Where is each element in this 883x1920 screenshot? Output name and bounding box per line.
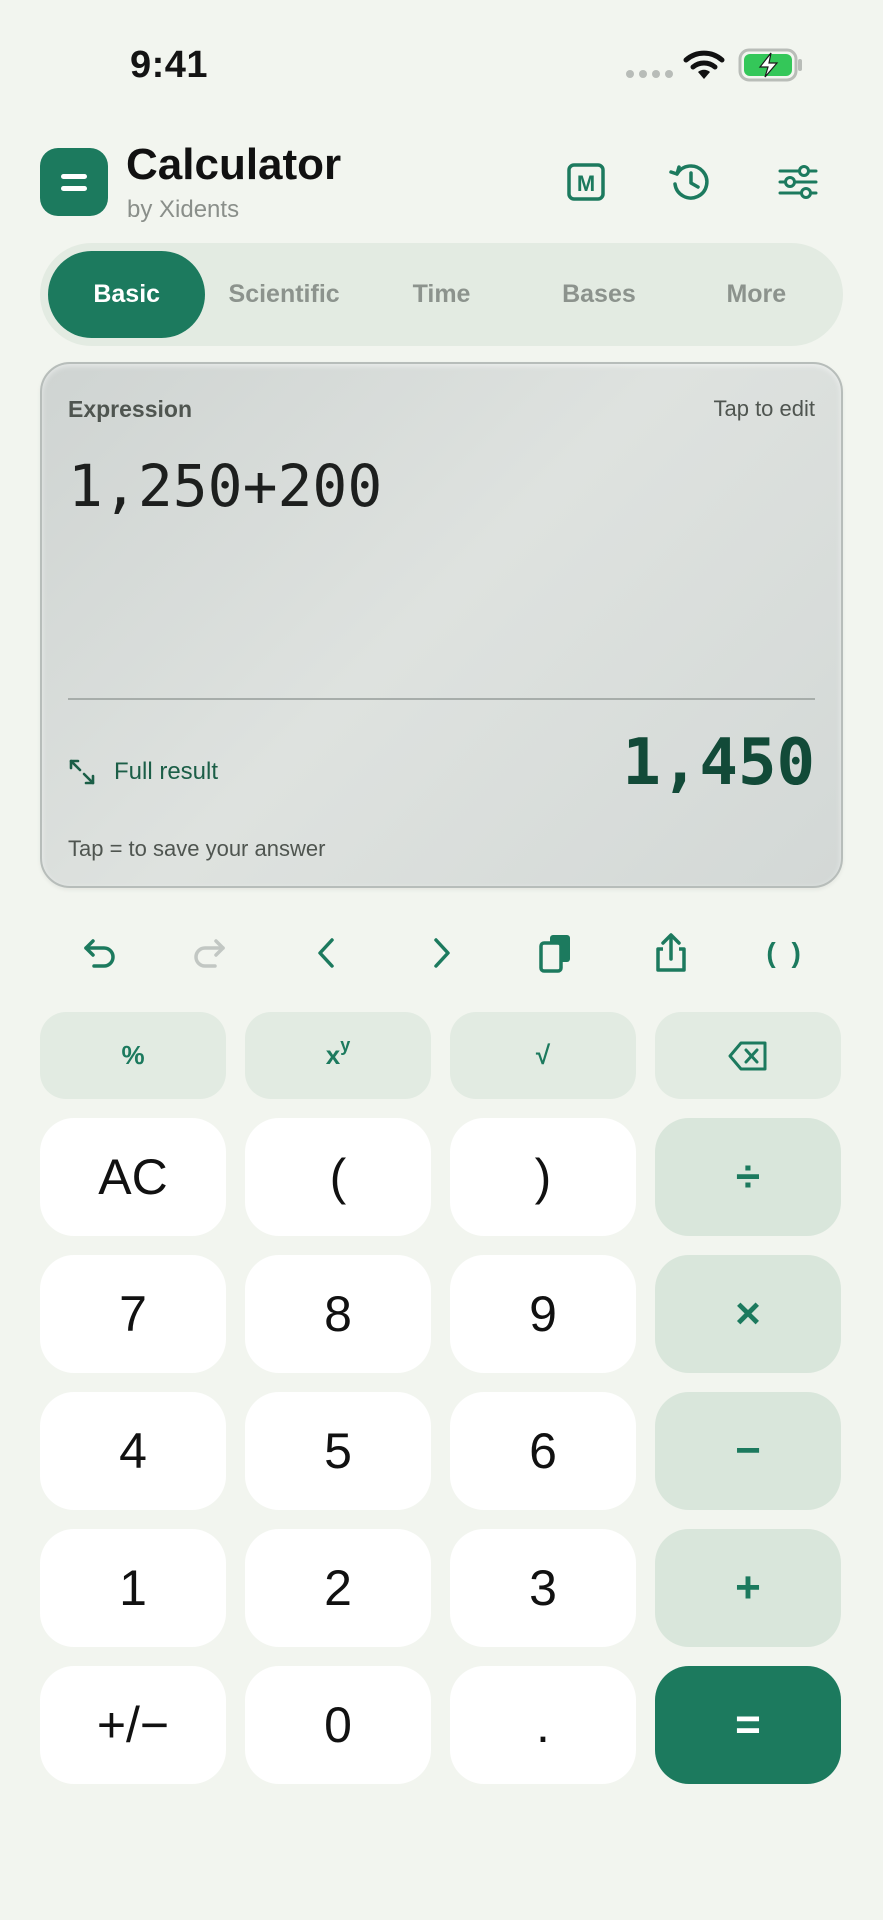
parentheses-button[interactable]: ( ): [751, 918, 821, 988]
power-base: x: [325, 1040, 341, 1070]
history-button[interactable]: [658, 150, 722, 214]
parentheses-label: ( ): [766, 937, 805, 968]
display-card[interactable]: Expression Tap to edit 1,250+200 Full re…: [40, 362, 843, 888]
keypad: % xy √ AC ( ) ÷ 7 8 9 × 4 5 6 − 1 2 3 +: [40, 1012, 843, 1784]
digit-8-key[interactable]: 8: [245, 1255, 431, 1373]
open-paren-key[interactable]: (: [245, 1118, 431, 1236]
cursor-right-button[interactable]: [406, 918, 476, 988]
display-divider: [68, 698, 815, 700]
mode-tabs: Basic Scientific Time Bases More: [40, 243, 843, 346]
tab-scientific[interactable]: Scientific: [205, 251, 362, 338]
app-title: Calculator: [126, 140, 342, 189]
undo-icon: [84, 939, 116, 968]
digit-7-key[interactable]: 7: [40, 1255, 226, 1373]
backspace-key[interactable]: [655, 1012, 841, 1099]
add-key[interactable]: +: [655, 1529, 841, 1647]
cursor-left-button[interactable]: [292, 918, 362, 988]
sliders-icon: [778, 165, 818, 199]
wifi-icon: [683, 50, 725, 79]
digit-5-key[interactable]: 5: [245, 1392, 431, 1510]
clear-key[interactable]: AC: [40, 1118, 226, 1236]
expression-value[interactable]: 1,250+200: [68, 452, 382, 520]
result-value: 1,450: [622, 726, 815, 800]
history-icon: [669, 164, 709, 200]
digit-0-key[interactable]: 0: [245, 1666, 431, 1784]
full-result-button[interactable]: Full result: [68, 758, 218, 786]
subtract-key[interactable]: −: [655, 1392, 841, 1510]
divide-key[interactable]: ÷: [655, 1118, 841, 1236]
share-button[interactable]: [636, 918, 706, 988]
equals-key[interactable]: =: [655, 1666, 841, 1784]
sqrt-key[interactable]: √: [450, 1012, 636, 1099]
status-bar: 9:41: [0, 0, 883, 110]
cellular-signal-icon: [626, 70, 673, 78]
tab-time[interactable]: Time: [363, 251, 520, 338]
memory-icon: M: [567, 163, 605, 201]
battery-charging-icon: [738, 48, 802, 82]
edit-hint: Tap to edit: [713, 396, 815, 421]
copy-button[interactable]: [521, 918, 591, 988]
settings-button[interactable]: [766, 150, 830, 214]
status-time: 9:41: [130, 44, 209, 86]
expand-icon: [69, 759, 95, 785]
copy-icon: [539, 935, 571, 973]
save-hint: Tap = to save your answer: [68, 836, 326, 861]
tab-more[interactable]: More: [678, 251, 835, 338]
undo-button[interactable]: [62, 918, 132, 988]
digit-2-key[interactable]: 2: [245, 1529, 431, 1647]
tab-basic[interactable]: Basic: [48, 251, 206, 338]
redo-button[interactable]: [177, 918, 247, 988]
redo-icon: [194, 939, 225, 968]
digit-3-key[interactable]: 3: [450, 1529, 636, 1647]
share-icon: [656, 933, 686, 972]
sign-toggle-key[interactable]: +/−: [40, 1666, 226, 1784]
app-logo: [40, 148, 108, 216]
expression-label: Expression: [68, 396, 192, 422]
app-subtitle: by Xidents: [127, 196, 240, 223]
chevron-right-icon: [434, 938, 451, 968]
digit-1-key[interactable]: 1: [40, 1529, 226, 1647]
percent-key[interactable]: %: [40, 1012, 226, 1099]
close-paren-key[interactable]: ): [450, 1118, 636, 1236]
tab-bases[interactable]: Bases: [520, 251, 677, 338]
digit-6-key[interactable]: 6: [450, 1392, 636, 1510]
memory-button[interactable]: M: [554, 150, 618, 214]
multiply-key[interactable]: ×: [655, 1255, 841, 1373]
power-key[interactable]: xy: [245, 1012, 431, 1099]
decimal-key[interactable]: .: [450, 1666, 636, 1784]
power-exponent: y: [340, 1035, 351, 1055]
chevron-left-icon: [318, 938, 334, 968]
edit-toolbar: ( ): [40, 918, 843, 988]
backspace-icon: [728, 1041, 767, 1070]
full-result-label: Full result: [114, 758, 219, 785]
memory-label: M: [577, 171, 595, 196]
digit-4-key[interactable]: 4: [40, 1392, 226, 1510]
digit-9-key[interactable]: 9: [450, 1255, 636, 1373]
